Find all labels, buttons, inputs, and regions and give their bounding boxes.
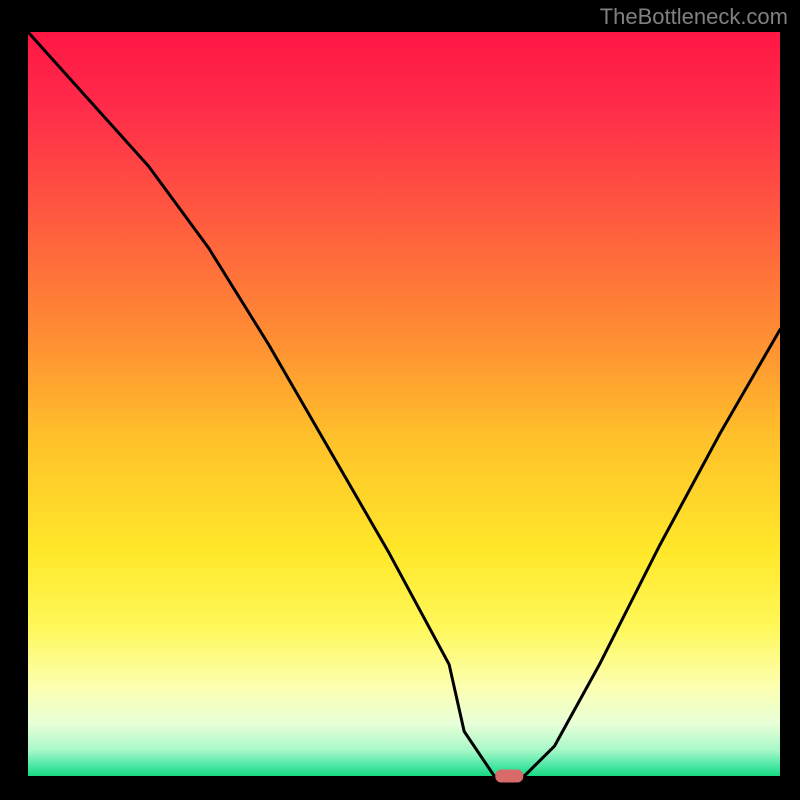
optimal-marker bbox=[495, 770, 523, 783]
watermark-text: TheBottleneck.com bbox=[600, 4, 788, 30]
chart-frame: TheBottleneck.com bbox=[0, 0, 800, 800]
plot-background bbox=[28, 32, 780, 776]
chart-svg bbox=[0, 0, 800, 800]
